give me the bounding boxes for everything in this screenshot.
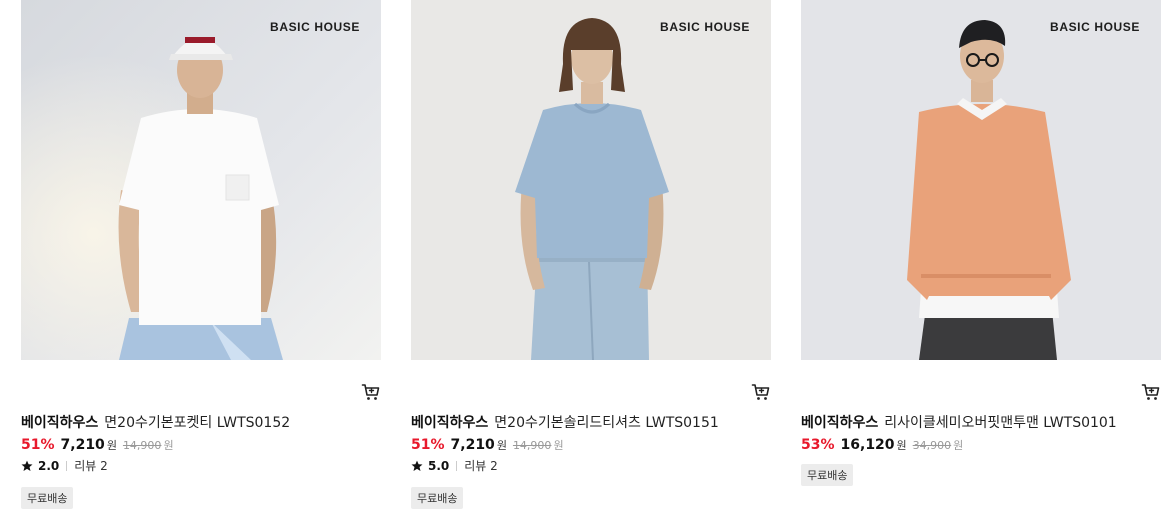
review-count[interactable]: 리뷰 2: [74, 457, 108, 474]
discount-rate: 51%: [411, 437, 445, 453]
original-price: 14,900: [122, 439, 162, 452]
price-line: 51% 7,210 원 14,900 원: [411, 437, 564, 453]
product-card[interactable]: BASIC HOUSE 베이직하우스 면20수기본포켓티 LWTS0152 51%…: [21, 0, 381, 509]
image-brand-logo: BASIC HOUSE: [270, 20, 360, 34]
add-to-cart-button[interactable]: [1141, 382, 1161, 402]
free-shipping-badge: 무료배송: [801, 464, 854, 486]
add-to-cart-button[interactable]: [751, 382, 771, 402]
cart-icon: [361, 384, 380, 400]
original-price: 14,900: [512, 439, 552, 452]
original-currency-unit: 원: [553, 439, 564, 452]
product-photo-orange-sweatshirt: [801, 0, 1161, 360]
brand-name[interactable]: 베이직하우스: [411, 415, 488, 431]
product-name[interactable]: 면20수기본솔리드티셔츠 LWTS0151: [494, 415, 719, 431]
add-to-cart-button[interactable]: [361, 382, 381, 402]
review-count[interactable]: 리뷰 2: [464, 457, 498, 474]
rating-line: 5.0 리뷰 2: [411, 457, 498, 474]
product-photo-white-pocket-tee: [21, 0, 381, 360]
product-name[interactable]: 면20수기본포켓티 LWTS0152: [104, 415, 290, 431]
original-currency-unit: 원: [953, 439, 964, 452]
product-title[interactable]: 베이직하우스 면20수기본포켓티 LWTS0152: [21, 412, 290, 432]
rating-score: 5.0: [428, 458, 450, 473]
cart-icon: [751, 384, 770, 400]
image-brand-logo: BASIC HOUSE: [1050, 20, 1140, 34]
divider: [66, 460, 68, 471]
divider: [456, 460, 458, 471]
product-image[interactable]: BASIC HOUSE: [801, 0, 1161, 360]
original-price: 34,900: [912, 439, 952, 452]
free-shipping-badge: 무료배송: [411, 487, 464, 509]
rating-score: 2.0: [38, 458, 60, 473]
currency-unit: 원: [896, 439, 907, 452]
product-title[interactable]: 베이직하우스 리사이클세미오버핏맨투맨 LWTS0101: [801, 412, 1117, 432]
original-currency-unit: 원: [163, 439, 174, 452]
sale-price: 16,120: [840, 437, 895, 453]
brand-name[interactable]: 베이직하우스: [801, 415, 878, 431]
price-line: 53% 16,120 원 34,900 원: [801, 437, 963, 453]
rating-line: 2.0 리뷰 2: [21, 457, 108, 474]
currency-unit: 원: [496, 439, 507, 452]
product-title[interactable]: 베이직하우스 면20수기본솔리드티셔츠 LWTS0151: [411, 412, 719, 432]
discount-rate: 53%: [801, 437, 835, 453]
product-photo-blue-solid-tee: [411, 0, 771, 360]
product-image[interactable]: BASIC HOUSE: [21, 0, 381, 360]
price-line: 51% 7,210 원 14,900 원: [21, 437, 174, 453]
image-brand-logo: BASIC HOUSE: [660, 20, 750, 34]
star-icon: [411, 460, 423, 471]
sale-price: 7,210: [60, 437, 105, 453]
product-card[interactable]: BASIC HOUSE 베이직하우스 리사이클세미오버핏맨투맨 LWTS0101 …: [801, 0, 1161, 486]
cart-icon: [1141, 384, 1160, 400]
free-shipping-badge: 무료배송: [21, 487, 74, 509]
product-image[interactable]: BASIC HOUSE: [411, 0, 771, 360]
product-name[interactable]: 리사이클세미오버핏맨투맨 LWTS0101: [884, 415, 1116, 431]
star-icon: [21, 460, 33, 471]
brand-name[interactable]: 베이직하우스: [21, 415, 98, 431]
sale-price: 7,210: [450, 437, 495, 453]
product-card[interactable]: BASIC HOUSE 베이직하우스 면20수기본솔리드티셔츠 LWTS0151 …: [411, 0, 771, 509]
discount-rate: 51%: [21, 437, 55, 453]
currency-unit: 원: [106, 439, 117, 452]
product-grid: BASIC HOUSE 베이직하우스 면20수기본포켓티 LWTS0152 51%…: [0, 0, 1170, 527]
